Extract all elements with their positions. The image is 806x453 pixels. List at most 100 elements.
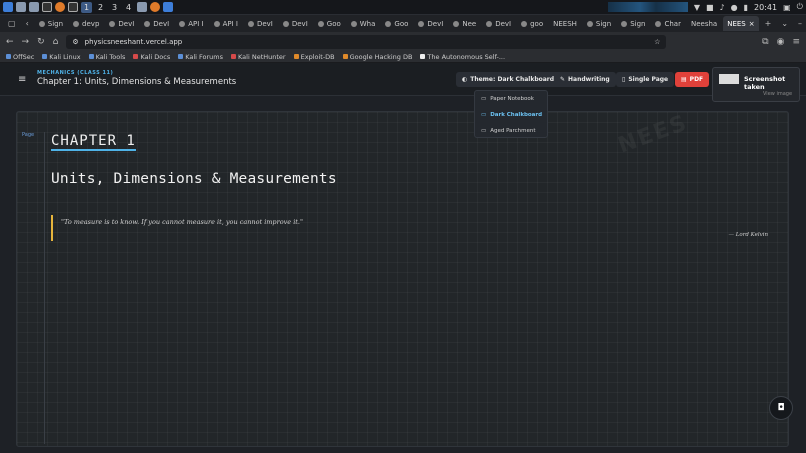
browser-tab[interactable]: Char <box>651 16 685 31</box>
hamburger-menu-icon[interactable]: ≡ <box>18 74 26 85</box>
site-info-icon[interactable]: ⚙ <box>72 38 78 46</box>
bookmark-star-icon[interactable]: ☆ <box>654 38 660 46</box>
file-manager-icon[interactable] <box>29 2 39 12</box>
bookmark-icon <box>231 54 237 59</box>
terminal-icon[interactable] <box>68 2 78 12</box>
bookmarks-bar: OffSec Kali Linux Kali Tools Kali Docs K… <box>0 51 806 63</box>
clock[interactable]: 20:41 <box>754 3 777 12</box>
chapter-heading: CHAPTER 1 <box>51 133 136 151</box>
view-image-link[interactable]: View image <box>763 91 792 97</box>
browser-tab[interactable]: API I <box>210 16 242 31</box>
quote-bar <box>51 215 53 241</box>
palette-icon: ◐ <box>462 76 468 83</box>
theme-option-dark-chalkboard[interactable]: ▭ Dark Chalkboard <box>475 107 547 123</box>
browser-tab[interactable]: Sign <box>583 16 615 31</box>
bookmark-item[interactable]: Kali Forums <box>178 53 223 61</box>
document-icon[interactable] <box>42 2 52 12</box>
desktop-icon[interactable] <box>16 2 26 12</box>
download-icon: ▤ <box>681 76 687 83</box>
app-menu-icon[interactable] <box>3 2 13 12</box>
volume-icon[interactable]: ♪ <box>720 3 725 12</box>
browser-tab[interactable]: Goo <box>314 16 345 31</box>
chapter-title: Units, Dimensions & Measurements <box>51 171 337 187</box>
browser-tab[interactable]: NEESH <box>549 16 581 31</box>
workspace-4[interactable]: 4 <box>123 2 134 13</box>
tray-icon[interactable]: ■ <box>706 3 714 12</box>
browser-tab[interactable]: DevI <box>279 16 312 31</box>
browser-tab[interactable]: goo <box>517 16 547 31</box>
home-icon[interactable]: ⌂ <box>53 37 59 47</box>
tab-favicon-icon <box>213 20 220 27</box>
new-tab-icon[interactable]: + <box>761 19 776 28</box>
single-page-button[interactable]: ▯ Single Page <box>616 72 675 87</box>
workspace-1[interactable]: 1 <box>81 1 92 13</box>
tab-favicon-icon <box>282 20 289 27</box>
bookmark-item[interactable]: Kali Tools <box>88 53 125 61</box>
browser-tab[interactable]: DevI <box>244 16 277 31</box>
browser-tab[interactable]: devp <box>69 16 103 31</box>
workspace-3[interactable]: 3 <box>109 2 120 13</box>
browser-tab[interactable]: DevI <box>482 16 515 31</box>
browser-tab[interactable]: Nee <box>449 16 480 31</box>
subject-label: MECHANICS (CLASS 11) <box>37 70 114 76</box>
browser-tab[interactable]: DevI <box>414 16 447 31</box>
bookmark-item[interactable]: Exploit-DB <box>293 53 335 61</box>
browser-tab[interactable]: DevI <box>105 16 138 31</box>
close-tab-icon[interactable]: × <box>749 20 755 28</box>
scroll-icon: ▭ <box>481 128 487 134</box>
browser-tab[interactable]: Sign <box>35 16 67 31</box>
chevron-left-icon[interactable]: ‹ <box>22 19 33 28</box>
tab-favicon-icon <box>486 20 493 27</box>
lock-icon[interactable]: ▣ <box>783 3 791 12</box>
theme-button[interactable]: ◐ Theme: Dark Chalkboard <box>456 72 561 87</box>
tab-overview-icon[interactable]: ▢ <box>4 19 20 28</box>
page-icon: ▯ <box>622 76 626 83</box>
handwriting-button[interactable]: ✎ Handwriting <box>554 72 616 87</box>
menu-icon[interactable]: ≡ <box>792 37 800 47</box>
battery-icon[interactable]: ▮ <box>744 3 748 12</box>
os-taskbar: 1 2 3 4 ▼ ■ ♪ ● ▮ 20:41 ▣ ⏻ <box>0 0 806 15</box>
browser-tab[interactable]: API I <box>175 16 207 31</box>
window-icon[interactable] <box>137 2 147 12</box>
account-icon[interactable]: ◉ <box>777 37 785 47</box>
browser-tab[interactable]: Goo <box>381 16 412 31</box>
forward-icon[interactable]: → <box>22 37 30 47</box>
quote-text: "To measure is to know. If you cannot me… <box>61 218 303 226</box>
power-icon[interactable]: ⏻ <box>797 2 803 12</box>
theme-option-paper-notebook[interactable]: ▭ Paper Notebook <box>475 91 547 107</box>
url-bar[interactable]: ⚙ physicsneeshant.vercel.app ☆ <box>66 34 667 49</box>
chalkboard-icon: ▭ <box>481 112 487 118</box>
bookmark-item[interactable]: Kali NetHunter <box>231 53 286 61</box>
bookmark-icon <box>420 54 426 59</box>
extensions-icon[interactable]: ⧉ <box>762 37 768 47</box>
bookmark-item[interactable]: OffSec <box>6 53 34 61</box>
bookmark-icon <box>133 54 139 59</box>
browser-tab-strip: ▢ ‹ Sign devp DevI DevI API I API I DevI… <box>0 15 806 32</box>
floating-action-button[interactable]: ◘ <box>769 396 793 420</box>
tab-favicon-icon <box>73 20 80 27</box>
quote-author: — Lord Kelvin <box>728 232 769 238</box>
firefox-icon[interactable] <box>55 2 65 12</box>
bookmark-item[interactable]: Kali Linux <box>42 53 81 61</box>
window-icon-2[interactable] <box>163 2 173 12</box>
network-icon[interactable]: ▼ <box>694 3 700 12</box>
browser-tab[interactable]: Wha <box>347 16 380 31</box>
bookmark-item[interactable]: Google Hacking DB <box>342 53 412 61</box>
notification-icon[interactable]: ● <box>731 3 738 12</box>
pdf-button[interactable]: ▤ PDF <box>675 72 710 87</box>
bookmark-item[interactable]: The Autonomous Self-... <box>420 53 505 61</box>
browser-tab[interactable]: Sign <box>617 16 649 31</box>
margin-line <box>44 132 45 444</box>
minimize-icon[interactable]: – <box>794 19 806 28</box>
bookmark-item[interactable]: Kali Docs <box>133 53 170 61</box>
reload-icon[interactable]: ↻ <box>37 37 45 47</box>
theme-option-aged-parchment[interactable]: ▭ Aged Parchment <box>475 123 547 139</box>
screenshot-toast[interactable]: Screenshot taken View image <box>712 67 800 102</box>
tab-list-icon[interactable]: ⌄ <box>777 19 792 28</box>
workspace-2[interactable]: 2 <box>95 2 106 13</box>
browser-tab[interactable]: DevI <box>140 16 173 31</box>
back-icon[interactable]: ← <box>6 37 14 47</box>
browser-tab[interactable]: Neesha <box>687 16 721 31</box>
browser-tab-active[interactable]: NEES × <box>723 16 759 31</box>
firefox-window-icon[interactable] <box>150 2 160 12</box>
